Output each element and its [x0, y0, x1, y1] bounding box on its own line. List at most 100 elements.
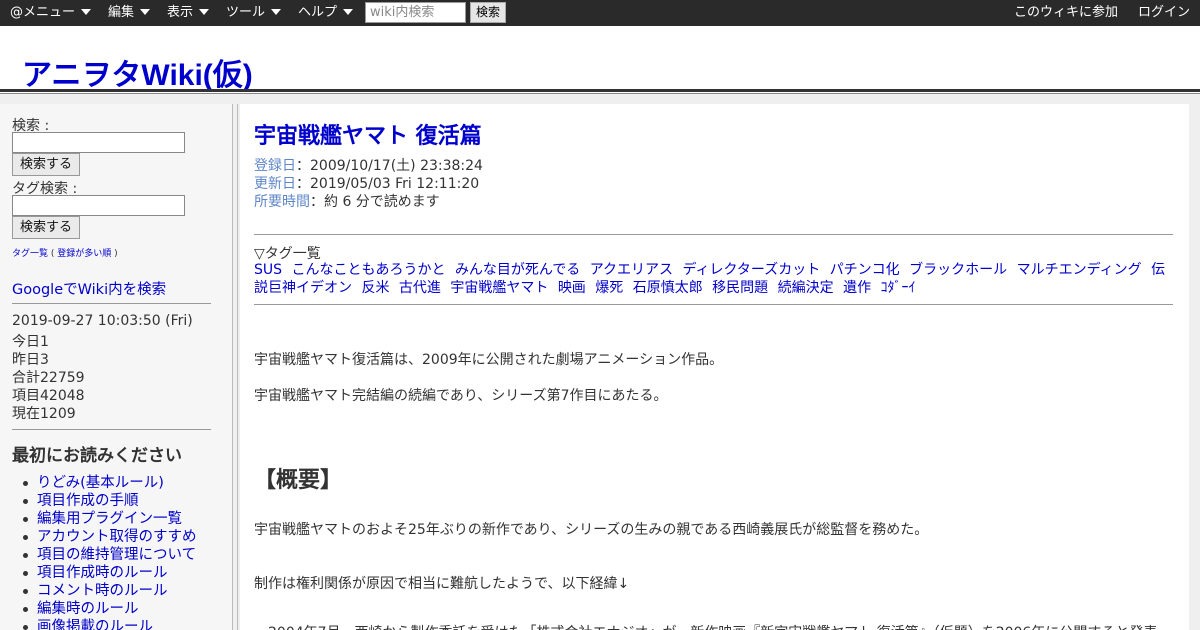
menu-edit[interactable]: 編集: [108, 0, 151, 26]
list-item[interactable]: りどみ(基本ルール): [23, 474, 197, 492]
tag-rule-bottom: [254, 304, 1173, 305]
tag-link[interactable]: 映画: [558, 280, 586, 296]
read-first-link[interactable]: コメント時のルール: [37, 583, 168, 599]
read-first-link[interactable]: 項目作成の手順: [37, 493, 139, 509]
tag-link[interactable]: 石原慎太郎: [633, 280, 703, 296]
tag-link[interactable]: こんなこともあろうかと: [291, 262, 445, 278]
tag-link[interactable]: 古代進: [399, 280, 441, 296]
read-first-link[interactable]: アカウント取得のすすめ: [37, 529, 197, 545]
tag-link[interactable]: 移民問題: [712, 280, 768, 296]
sidebar-divider: [12, 429, 211, 430]
menu-help[interactable]: ヘルプ: [298, 0, 354, 26]
tag-link[interactable]: ブラックホール: [909, 262, 1007, 278]
menu-help-label: ヘルプ: [298, 5, 338, 20]
read-first-link[interactable]: 編集用プラグイン一覧: [37, 511, 182, 527]
meta-key: 登録日: [254, 158, 296, 174]
tag-list-paren-close: ): [111, 249, 118, 259]
overview-paragraph: 2004年7月 西崎から製作委託を受けた「株式会社エナジオ」が、新作映画『新宇宙…: [254, 622, 1169, 630]
tag-link[interactable]: 宇宙戦艦ヤマト: [450, 280, 548, 296]
caret-down-icon: [140, 9, 151, 15]
tag-link[interactable]: みんな目が死んでる: [455, 262, 580, 278]
menu-atwiki-label: @メニュー: [10, 5, 76, 20]
counter-items: 項目42048: [12, 388, 85, 404]
list-item[interactable]: 編集用プラグイン一覧: [23, 510, 197, 528]
wiki-search-input[interactable]: [365, 2, 466, 23]
login-link[interactable]: ログイン: [1138, 0, 1190, 26]
sidebar: 検索 : 検索する タグ検索 : 検索する タグ一覧 ( 登録が多い順 ) Go…: [0, 104, 238, 630]
list-item[interactable]: アカウント取得のすすめ: [23, 528, 197, 546]
google-search-link[interactable]: GoogleでWiki内を検索: [12, 278, 166, 299]
menu-edit-label: 編集: [108, 5, 135, 20]
overview-paragraph: 宇宙戦艦ヤマトのおよそ25年ぶりの新作であり、シリーズの生みの親である西崎義展氏…: [254, 522, 929, 538]
sidebar-divider: [12, 303, 211, 304]
tag-rule-top: [254, 234, 1173, 235]
read-first-link[interactable]: 画像掲載のルール: [37, 619, 153, 630]
read-first-link[interactable]: りどみ(基本ルール): [37, 475, 164, 491]
sidebar-search-button[interactable]: 検索する: [12, 153, 80, 176]
site-title[interactable]: アニヲタWiki(仮): [22, 50, 253, 94]
menu-tools-label: ツール: [226, 5, 266, 20]
meta-created: 登録日：2009/10/17(土) 23:38:24: [254, 155, 483, 175]
counter-total: 合計22759: [12, 370, 85, 386]
tag-search-button[interactable]: 検索する: [12, 216, 80, 239]
tag-link[interactable]: 遺作: [843, 280, 871, 296]
meta-value: ：約 6 分で読めます: [310, 194, 440, 210]
tag-list-popular-link[interactable]: 登録が多い順: [57, 249, 111, 259]
intro-paragraph: 宇宙戦艦ヤマト復活篇は、2009年に公開された劇場アニメーション作品。: [254, 352, 724, 368]
tag-link[interactable]: ｺﾀﾞｰｲ: [881, 280, 916, 296]
tag-link[interactable]: アクエリアス: [590, 262, 673, 278]
sidebar-resize-divider: [232, 104, 238, 630]
caret-down-icon: [199, 9, 210, 15]
meta-value: ：2019/05/03 Fri 12:11:20: [296, 176, 480, 192]
read-first-heading: 最初にお読みください: [12, 446, 182, 466]
tag-link[interactable]: SUS: [254, 262, 282, 278]
tag-list-link[interactable]: タグ一覧: [12, 249, 48, 259]
menu-view-label: 表示: [167, 5, 194, 20]
tag-link[interactable]: ディレクターズカット: [682, 262, 820, 278]
caret-down-icon: [271, 9, 282, 15]
meta-key: 所要時間: [254, 194, 310, 210]
site-header: アニヲタWiki(仮): [0, 26, 1200, 94]
caret-down-icon: [81, 9, 92, 15]
counter-today: 今日1: [12, 334, 49, 350]
caret-down-icon: [343, 9, 354, 15]
counter-datetime: 2019-09-27 10:03:50 (Fri): [12, 313, 193, 329]
read-first-link[interactable]: 項目作成時のルール: [37, 565, 168, 581]
list-item[interactable]: 編集時のルール: [23, 600, 197, 618]
meta-key: 更新日: [254, 176, 296, 192]
read-first-list: りどみ(基本ルール) 項目作成の手順 編集用プラグイン一覧 アカウント取得のすす…: [23, 474, 197, 630]
meta-updated: 更新日：2019/05/03 Fri 12:11:20: [254, 173, 479, 193]
top-nav-bar: @メニュー 編集 表示 ツール ヘルプ 検索 このウィキに参加 ログイン: [0, 0, 1200, 26]
list-item[interactable]: 画像掲載のルール: [23, 618, 197, 630]
tag-list-heading[interactable]: ▽タグ一覧: [254, 243, 321, 263]
meta-value: ：2009/10/17(土) 23:38:24: [296, 158, 483, 174]
read-first-link[interactable]: 編集時のルール: [37, 601, 139, 617]
section-heading-overview: 【概要】: [254, 468, 343, 493]
tag-list-links: タグ一覧 ( 登録が多い順 ): [12, 246, 118, 259]
join-wiki-link[interactable]: このウィキに参加: [1014, 0, 1118, 26]
menu-atwiki[interactable]: @メニュー: [10, 0, 92, 26]
tag-link[interactable]: 反米: [361, 280, 389, 296]
list-item[interactable]: 項目作成の手順: [23, 492, 197, 510]
list-item[interactable]: 項目作成時のルール: [23, 564, 197, 582]
overview-paragraph: 制作は権利関係が原因で相当に難航したようで、以下経緯↓: [254, 576, 630, 592]
tag-link[interactable]: マルチエンディング: [1017, 262, 1142, 278]
tag-list: SUS こんなこともあろうかと みんな目が死んでる アクエリアス ディレクターズ…: [254, 261, 1179, 297]
list-item[interactable]: 項目の維持管理について: [23, 546, 197, 564]
main-content: 宇宙戦艦ヤマト 復活篇 登録日：2009/10/17(土) 23:38:24 更…: [240, 104, 1189, 630]
counter-yesterday: 昨日3: [12, 352, 49, 368]
tag-link[interactable]: パチンコ化: [830, 262, 900, 278]
wiki-search-button[interactable]: 検索: [470, 2, 506, 23]
tag-link[interactable]: 爆死: [595, 280, 623, 296]
meta-read-time: 所要時間：約 6 分で読めます: [254, 191, 440, 211]
intro-paragraph: 宇宙戦艦ヤマト完結編の続編であり、シリーズ第7作目にあたる。: [254, 388, 668, 404]
counter-current: 現在1209: [12, 406, 76, 422]
tag-search-input[interactable]: [12, 195, 185, 216]
page-title[interactable]: 宇宙戦艦ヤマト 復活篇: [254, 118, 482, 150]
menu-tools[interactable]: ツール: [226, 0, 282, 26]
read-first-link[interactable]: 項目の維持管理について: [37, 547, 196, 563]
tag-link[interactable]: 続編決定: [778, 280, 834, 296]
list-item[interactable]: コメント時のルール: [23, 582, 197, 600]
menu-view[interactable]: 表示: [167, 0, 210, 26]
sidebar-search-input[interactable]: [12, 132, 185, 153]
